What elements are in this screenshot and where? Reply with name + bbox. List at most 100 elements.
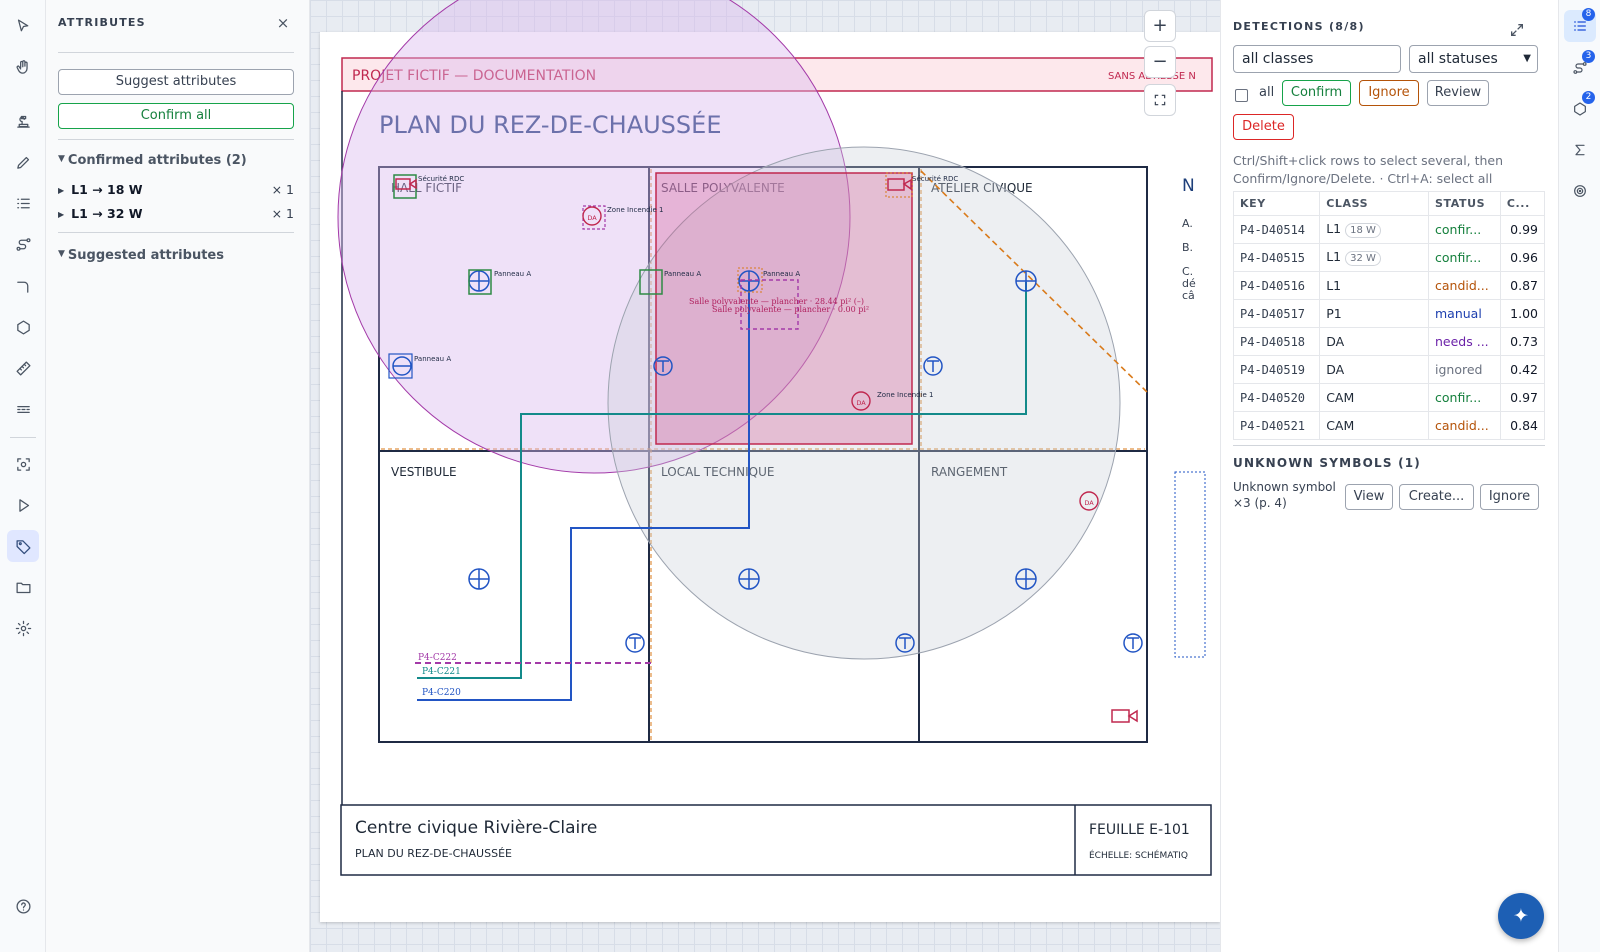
sigma-icon[interactable]	[1564, 134, 1596, 166]
attribute-row[interactable]: ▶ L1 → 32 W × 1	[58, 206, 294, 221]
close-icon[interactable]: ×	[272, 12, 294, 34]
table-row[interactable]: P4-D40515 L1 32 Wconfir... 0.96	[1232, 243, 1546, 272]
table-row[interactable]: P4-D40518 DA needs ... 0.73	[1232, 327, 1546, 356]
detections-list-icon[interactable]: 8	[1564, 8, 1596, 42]
confirm-button[interactable]: Confirm	[1282, 80, 1351, 106]
expand-icon[interactable]	[1509, 22, 1525, 38]
row-class: L1 32 W	[1319, 243, 1429, 272]
project-subtitle: PLAN DU REZ-DE-CHAUSSÉE	[355, 847, 512, 860]
detections-panel: DETECTIONS (8/8) all classes all statuse…	[1220, 0, 1558, 952]
divider	[1233, 445, 1545, 446]
row-key: P4-D40519	[1232, 355, 1321, 384]
play-icon[interactable]	[7, 489, 39, 521]
zoom-out-button[interactable]: −	[1144, 46, 1176, 78]
row-class: CAM	[1319, 383, 1429, 412]
column-header[interactable]: CLASS	[1319, 191, 1429, 216]
row-key: P4-D40520	[1232, 383, 1321, 412]
row-class: L1	[1319, 271, 1429, 300]
pointer-icon[interactable]	[7, 10, 39, 42]
row-key: P4-D40517	[1232, 299, 1321, 328]
gear-icon[interactable]	[7, 612, 39, 644]
zones-icon[interactable]: 2	[1564, 91, 1596, 125]
sheet-number: FEUILLE E-101	[1089, 822, 1190, 838]
room-label: VESTIBULE	[391, 465, 457, 479]
hexagon-icon[interactable]	[7, 311, 39, 343]
divider	[58, 52, 294, 53]
target-icon[interactable]	[1564, 175, 1596, 207]
floor-plan: PROJET FICTIF — DOCUMENTATION SANS ADRES…	[337, 0, 1213, 876]
row-class: DA	[1319, 327, 1429, 356]
dashes-icon[interactable]	[7, 393, 39, 425]
row-status: candid...	[1428, 271, 1501, 300]
area-label: Salle polyvalente — plancher · 0.00 pi²	[712, 305, 869, 314]
table-row[interactable]: P4-D40521 CAM candid... 0.84	[1232, 411, 1546, 440]
help-icon[interactable]	[7, 890, 39, 922]
view-rail: 8 3 2	[1558, 0, 1600, 952]
drawing-canvas[interactable]: PROJET FICTIF — DOCUMENTATION SANS ADRES…	[310, 0, 1220, 952]
confirm-all-button[interactable]: Confirm all	[58, 103, 294, 129]
circuit-label: P4-C220	[422, 688, 461, 698]
tag-icon[interactable]	[7, 530, 39, 562]
detections-rows: P4-D40514 L1 18 Wconfir... 0.99 P4-D40515 L1 3…	[1232, 215, 1546, 440]
ruler-icon[interactable]	[7, 352, 39, 384]
ignore-button[interactable]: Ignore	[1359, 80, 1419, 106]
row-class: P1	[1319, 299, 1429, 328]
symbol-label: Panneau A	[664, 270, 701, 278]
confirmed-attributes-toggle[interactable]: ▼ Confirmed attributes (2)	[58, 153, 247, 168]
detections-title: DETECTIONS (8/8)	[1233, 20, 1365, 33]
row-status: candid...	[1428, 411, 1501, 440]
ignore-unknown-button[interactable]: Ignore	[1480, 484, 1539, 510]
title-block	[340, 804, 1212, 876]
table-row[interactable]: P4-D40517 P1 manual 1.00	[1232, 299, 1546, 328]
status-filter-select[interactable]: all statuses ▼	[1409, 45, 1538, 73]
zoom-in-button[interactable]: +	[1144, 10, 1176, 42]
circuits-icon[interactable]: 3	[1564, 50, 1596, 84]
attribute-row[interactable]: ▶ L1 → 18 W × 1	[58, 182, 294, 197]
row-key: P4-D40514	[1232, 215, 1321, 244]
divider	[58, 139, 294, 140]
class-filter-select[interactable]: all classes	[1233, 45, 1401, 73]
table-row[interactable]: P4-D40516 L1 candid... 0.87	[1232, 271, 1546, 300]
suggested-attributes-toggle[interactable]: ▼ Suggested attributes	[58, 248, 224, 263]
table-row[interactable]: P4-D40514 L1 18 Wconfir... 0.99	[1232, 215, 1546, 244]
path-icon[interactable]	[7, 228, 39, 260]
pencil-icon[interactable]	[7, 146, 39, 178]
column-header[interactable]: C...	[1499, 191, 1546, 216]
badge: 3	[1582, 50, 1595, 63]
row-confidence: 0.42	[1499, 355, 1546, 384]
row-confidence: 0.84	[1499, 411, 1546, 440]
create-button[interactable]: Create...	[1399, 484, 1474, 510]
bend-icon[interactable]	[7, 270, 39, 302]
list-icon[interactable]	[7, 187, 39, 219]
tool-rail	[0, 0, 46, 952]
legend-box	[1174, 471, 1206, 658]
row-status: needs ...	[1428, 327, 1501, 356]
select-all-checkbox[interactable]	[1235, 89, 1248, 102]
row-key: P4-D40515	[1232, 243, 1321, 272]
review-button[interactable]: Review	[1427, 80, 1489, 106]
row-confidence: 0.97	[1499, 383, 1546, 412]
detections-table: KEY CLASS STATUS C... P4-D40514 L1 18 Wcon…	[1232, 191, 1546, 440]
assistant-button[interactable]: ✦	[1498, 893, 1544, 939]
row-confidence: 0.96	[1499, 243, 1546, 272]
notes-heading: N	[1182, 176, 1195, 196]
fit-icon	[1154, 94, 1166, 106]
table-row[interactable]: P4-D40520 CAM confir... 0.97	[1232, 383, 1546, 412]
suggest-attributes-button[interactable]: Suggest attributes	[58, 69, 294, 95]
unknown-symbols-title: UNKNOWN SYMBOLS (1)	[1233, 456, 1421, 470]
selection-hint: Ctrl/Shift+click rows to select several,…	[1233, 153, 1504, 186]
attribute-pill: 18 W	[1345, 223, 1381, 238]
stamp-icon[interactable]	[7, 105, 39, 137]
row-key: P4-D40516	[1232, 271, 1321, 300]
column-header[interactable]: STATUS	[1428, 191, 1501, 216]
hand-icon[interactable]	[7, 51, 39, 83]
delete-button[interactable]: Delete	[1233, 114, 1294, 140]
table-row[interactable]: P4-D40519 DA ignored 0.42	[1232, 355, 1546, 384]
symbol-label: DA	[587, 214, 597, 222]
scan-icon[interactable]	[7, 448, 39, 480]
fit-view-button[interactable]	[1144, 84, 1176, 116]
folder-icon[interactable]	[7, 571, 39, 603]
column-header[interactable]: KEY	[1232, 191, 1321, 216]
symbol-label: Sécurité RDC	[418, 175, 464, 183]
view-button[interactable]: View	[1345, 484, 1393, 510]
